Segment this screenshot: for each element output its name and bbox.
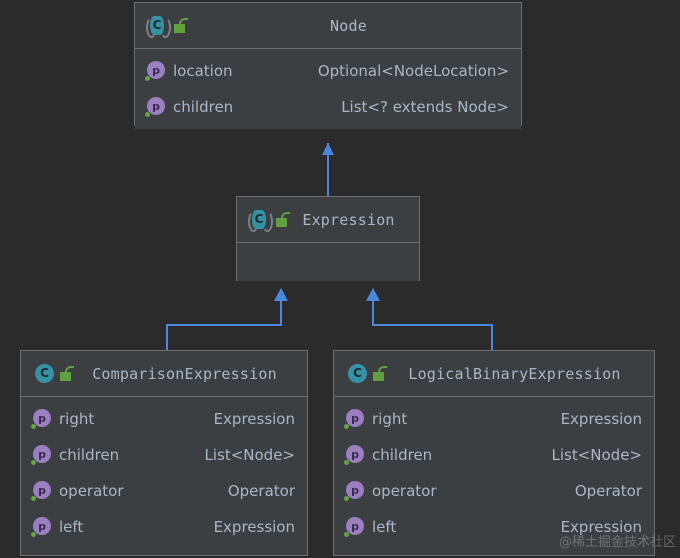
property-icon: p — [31, 517, 53, 537]
property-icon: p — [344, 481, 366, 501]
member-row[interactable]: p left Expression — [21, 509, 307, 545]
class-name-logical-binary-expression: LogicalBinaryExpression — [391, 365, 644, 383]
class-name-expression: Expression — [294, 211, 409, 229]
property-icon: p — [344, 517, 366, 537]
member-type: Optional<NodeLocation> — [304, 62, 509, 80]
member-row[interactable]: p children List<Node> — [334, 437, 654, 473]
member-type: Expression — [547, 410, 642, 428]
member-type: Operator — [214, 482, 295, 500]
member-name: right — [372, 410, 407, 428]
member-type: Expression — [200, 518, 295, 536]
class-icon: C — [344, 363, 368, 385]
member-name: left — [59, 518, 83, 536]
property-icon: p — [31, 409, 53, 429]
relation-comparison-to-expression — [167, 288, 288, 350]
class-members-expression — [237, 243, 419, 281]
member-name: operator — [372, 482, 437, 500]
member-name: location — [173, 62, 233, 80]
relation-expression-to-node — [322, 143, 334, 196]
class-name-comparison-expression: ComparisonExpression — [78, 365, 297, 383]
member-name: right — [59, 410, 94, 428]
member-name: left — [372, 518, 396, 536]
property-icon: p — [344, 409, 366, 429]
class-box-expression[interactable]: C Expression — [236, 196, 420, 281]
unlock-icon — [274, 211, 290, 229]
member-name: operator — [59, 482, 124, 500]
member-row[interactable]: p left Expression — [334, 509, 654, 545]
unlock-icon — [172, 17, 188, 35]
member-row[interactable]: p right Expression — [334, 401, 654, 437]
class-name-node: Node — [192, 17, 511, 35]
member-type: List<? extends Node> — [327, 98, 509, 116]
abstract-class-icon: C — [247, 209, 271, 231]
property-icon: p — [145, 97, 167, 117]
abstract-class-icon: C — [145, 15, 169, 37]
member-row[interactable]: p children List<Node> — [21, 437, 307, 473]
unlock-icon — [58, 365, 74, 383]
property-icon: p — [344, 445, 366, 465]
unlock-icon — [371, 365, 387, 383]
member-row[interactable]: p children List<? extends Node> — [135, 89, 521, 125]
class-icon: C — [31, 363, 55, 385]
class-header-comparison-expression: C ComparisonExpression — [21, 351, 307, 397]
member-type: Expression — [200, 410, 295, 428]
uml-class-diagram: C Node p location Optional<NodeLocation>… — [0, 0, 680, 558]
member-name: children — [59, 446, 119, 464]
member-row[interactable]: p location Optional<NodeLocation> — [135, 53, 521, 89]
class-box-node[interactable]: C Node p location Optional<NodeLocation>… — [134, 2, 522, 126]
member-name: children — [372, 446, 432, 464]
property-icon: p — [145, 61, 167, 81]
member-type: Operator — [561, 482, 642, 500]
class-header-logical-binary-expression: C LogicalBinaryExpression — [334, 351, 654, 397]
relation-logicalbinary-to-expression — [366, 288, 492, 350]
class-box-comparison-expression[interactable]: C ComparisonExpression p right Expressio… — [20, 350, 308, 556]
member-type: Expression — [547, 518, 642, 536]
member-type: List<Node> — [190, 446, 295, 464]
class-header-expression: C Expression — [237, 197, 419, 243]
property-icon: p — [31, 445, 53, 465]
member-type: List<Node> — [537, 446, 642, 464]
class-box-logical-binary-expression[interactable]: C LogicalBinaryExpression p right Expres… — [333, 350, 655, 556]
member-name: children — [173, 98, 233, 116]
class-members-node: p location Optional<NodeLocation> p chil… — [135, 49, 521, 129]
class-members-comparison-expression: p right Expression p children List<Node>… — [21, 397, 307, 549]
member-row[interactable]: p operator Operator — [21, 473, 307, 509]
property-icon: p — [31, 481, 53, 501]
member-row[interactable]: p right Expression — [21, 401, 307, 437]
class-members-logical-binary-expression: p right Expression p children List<Node>… — [334, 397, 654, 549]
class-header-node: C Node — [135, 3, 521, 49]
member-row[interactable]: p operator Operator — [334, 473, 654, 509]
